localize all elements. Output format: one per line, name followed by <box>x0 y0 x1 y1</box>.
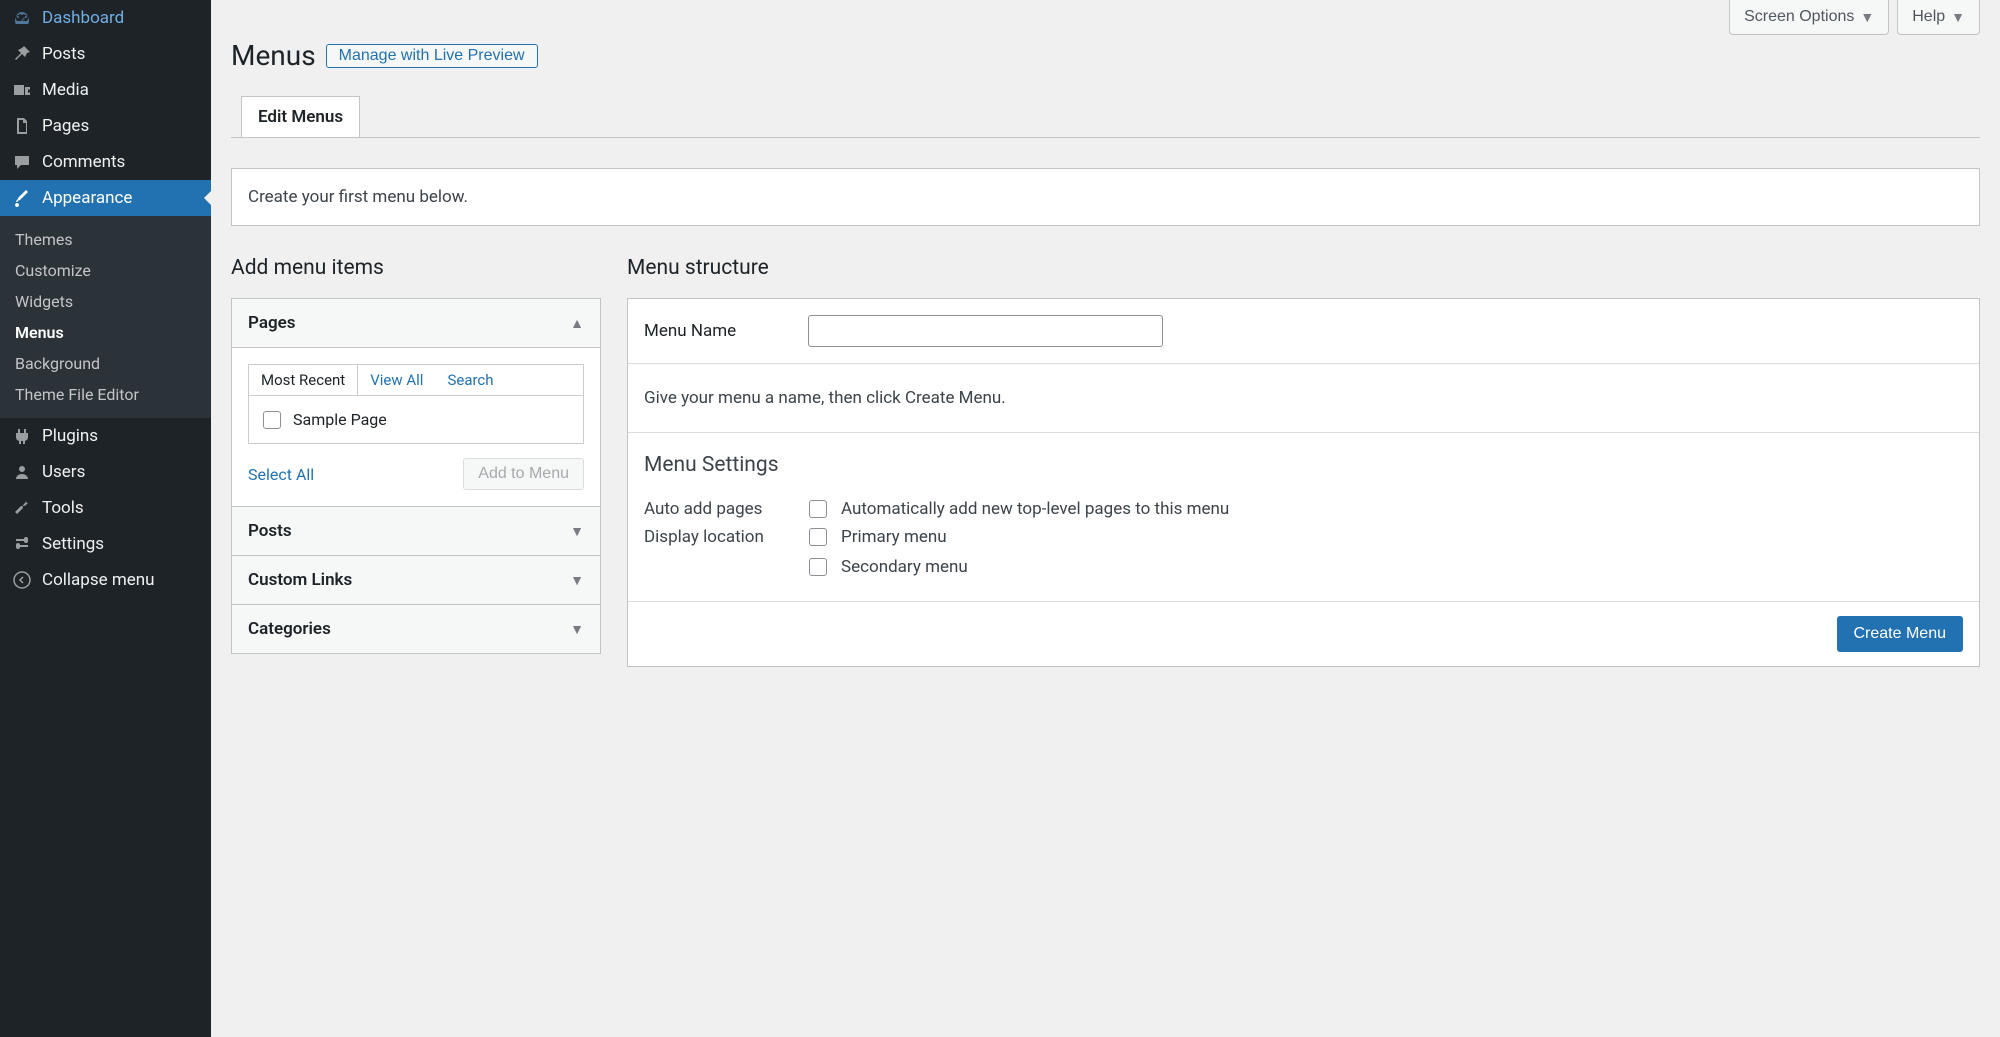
menu-structure-box: Menu Name Give your menu a name, then cl… <box>627 298 1980 667</box>
tool-icon <box>12 498 32 518</box>
menu-name-label: Menu Name <box>644 321 794 341</box>
sidebar-item-label: Posts <box>42 44 85 64</box>
sidebar-item-users[interactable]: Users <box>0 454 211 490</box>
page-heading: Menus Manage with Live Preview <box>231 39 1980 72</box>
sidebar-item-media[interactable]: Media <box>0 72 211 108</box>
inner-tab-view-all[interactable]: View All <box>358 365 435 395</box>
checkbox-auto-add[interactable] <box>809 500 827 518</box>
checkbox-primary-menu[interactable] <box>809 528 827 546</box>
notice-message: Create your first menu below. <box>231 168 1980 226</box>
tab-edit-menus[interactable]: Edit Menus <box>241 96 360 137</box>
metabox-title: Pages <box>248 313 296 333</box>
collapse-label: Collapse menu <box>42 570 155 590</box>
admin-sidebar: Dashboard Posts Media Pages Comments App… <box>0 0 211 1037</box>
menu-settings-title: Menu Settings <box>644 453 1963 477</box>
help-button[interactable]: Help ▼ <box>1897 0 1980 35</box>
select-all-link[interactable]: Select All <box>248 465 314 484</box>
submenu-themes[interactable]: Themes <box>0 224 211 255</box>
submenu-customize[interactable]: Customize <box>0 255 211 286</box>
add-menu-items-title: Add menu items <box>231 256 601 280</box>
page-item-label: Sample Page <box>293 410 387 429</box>
metabox-custom-links-toggle[interactable]: Custom Links ▼ <box>232 556 600 604</box>
create-menu-button[interactable]: Create Menu <box>1837 616 1964 652</box>
appearance-submenu: Themes Customize Widgets Menus Backgroun… <box>0 216 211 418</box>
display-location-label: Display location <box>644 527 809 547</box>
sidebar-item-pages[interactable]: Pages <box>0 108 211 144</box>
sidebar-item-comments[interactable]: Comments <box>0 144 211 180</box>
sidebar-item-label: Media <box>42 80 89 100</box>
settings-icon <box>12 534 32 554</box>
collapse-icon <box>12 570 32 590</box>
metabox-pages: Pages ▲ Most Recent View All Search Samp… <box>231 298 601 507</box>
chevron-down-icon: ▼ <box>1860 9 1874 25</box>
media-icon <box>12 80 32 100</box>
auto-add-option-label: Automatically add new top-level pages to… <box>841 499 1229 519</box>
manage-live-preview-button[interactable]: Manage with Live Preview <box>326 44 538 68</box>
chevron-up-icon: ▲ <box>570 315 584 332</box>
screen-options-label: Screen Options <box>1744 8 1854 26</box>
user-icon <box>12 462 32 482</box>
screen-options-button[interactable]: Screen Options ▼ <box>1729 0 1889 35</box>
sidebar-item-label: Settings <box>42 534 104 554</box>
submenu-background[interactable]: Background <box>0 348 211 379</box>
list-item: Sample Page <box>263 410 569 429</box>
submenu-theme-file-editor[interactable]: Theme File Editor <box>0 379 211 410</box>
metabox-title: Custom Links <box>248 570 352 590</box>
pin-icon <box>12 44 32 64</box>
sidebar-item-posts[interactable]: Posts <box>0 36 211 72</box>
sidebar-item-appearance[interactable]: Appearance <box>0 180 211 216</box>
chevron-down-icon: ▼ <box>570 572 584 589</box>
sidebar-item-tools[interactable]: Tools <box>0 490 211 526</box>
menu-instruction: Give your menu a name, then click Create… <box>628 364 1979 433</box>
sidebar-item-label: Tools <box>42 498 84 518</box>
submenu-menus[interactable]: Menus <box>0 317 211 348</box>
add-to-menu-button[interactable]: Add to Menu <box>463 458 584 490</box>
chevron-down-icon: ▼ <box>570 621 584 638</box>
metabox-title: Posts <box>248 521 292 541</box>
sidebar-item-label: Pages <box>42 116 89 136</box>
metabox-posts-toggle[interactable]: Posts ▼ <box>232 507 600 555</box>
chevron-down-icon: ▼ <box>1951 9 1965 25</box>
sidebar-item-label: Users <box>42 462 85 482</box>
metabox-pages-toggle[interactable]: Pages ▲ <box>232 299 600 348</box>
checkbox-secondary-menu[interactable] <box>809 558 827 576</box>
metabox-categories-toggle[interactable]: Categories ▼ <box>232 605 600 653</box>
sidebar-item-plugins[interactable]: Plugins <box>0 418 211 454</box>
pages-list: Sample Page <box>248 395 584 444</box>
metabox-categories: Categories ▼ <box>231 605 601 654</box>
page-title: Menus <box>231 39 316 72</box>
main-content: Screen Options ▼ Help ▼ Menus Manage wit… <box>211 0 2000 687</box>
sidebar-item-label: Dashboard <box>42 8 124 28</box>
comment-icon <box>12 152 32 172</box>
metabox-custom-links: Custom Links ▼ <box>231 556 601 605</box>
metabox-title: Categories <box>248 619 331 639</box>
top-toolbar: Screen Options ▼ Help ▼ <box>231 0 1980 35</box>
brush-icon <box>12 188 32 208</box>
sidebar-item-label: Appearance <box>42 188 132 208</box>
help-label: Help <box>1912 8 1945 26</box>
submenu-widgets[interactable]: Widgets <box>0 286 211 317</box>
primary-menu-label: Primary menu <box>841 527 947 547</box>
menu-name-input[interactable] <box>808 315 1163 347</box>
plugin-icon <box>12 426 32 446</box>
sidebar-item-label: Comments <box>42 152 125 172</box>
inner-tab-most-recent[interactable]: Most Recent <box>249 365 358 395</box>
sidebar-item-label: Plugins <box>42 426 98 446</box>
metabox-posts: Posts ▼ <box>231 507 601 556</box>
page-icon <box>12 116 32 136</box>
pages-inner-tabs: Most Recent View All Search <box>248 364 584 395</box>
sidebar-item-dashboard[interactable]: Dashboard <box>0 0 211 36</box>
menu-structure-title: Menu structure <box>627 256 1980 280</box>
collapse-menu[interactable]: Collapse menu <box>0 562 211 598</box>
dashboard-icon <box>12 8 32 28</box>
secondary-menu-label: Secondary menu <box>841 557 968 577</box>
sidebar-item-settings[interactable]: Settings <box>0 526 211 562</box>
chevron-down-icon: ▼ <box>570 523 584 540</box>
checkbox-sample-page[interactable] <box>263 411 281 429</box>
tab-bar: Edit Menus <box>231 96 1980 138</box>
auto-add-pages-label: Auto add pages <box>644 499 809 519</box>
inner-tab-search[interactable]: Search <box>435 365 505 395</box>
